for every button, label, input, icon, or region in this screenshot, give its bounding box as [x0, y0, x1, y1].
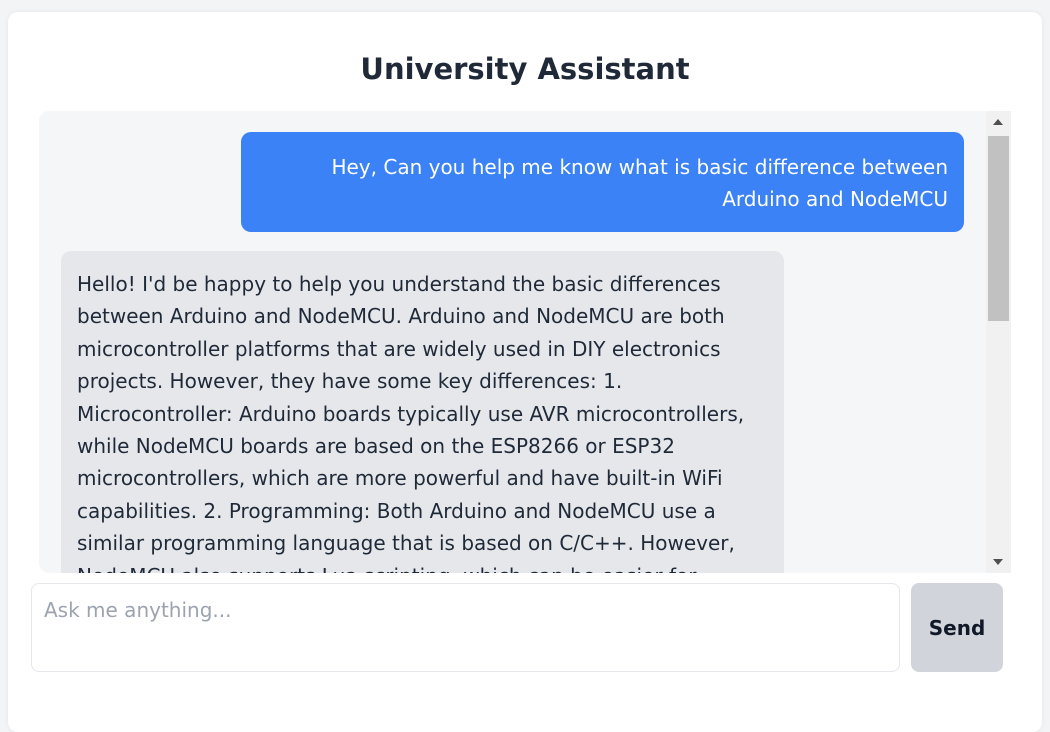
chat-messages-panel[interactable]: Hey, Can you help me know what is basic …	[39, 111, 1011, 573]
scroll-up-arrow-icon[interactable]	[993, 119, 1003, 125]
vertical-scrollbar[interactable]	[986, 111, 1011, 573]
assistant-message: Hello! I'd be happy to help you understa…	[61, 251, 784, 573]
scroll-down-arrow-icon[interactable]	[993, 559, 1003, 565]
message-list: Hey, Can you help me know what is basic …	[39, 111, 986, 573]
page-title: University Assistant	[360, 52, 690, 86]
send-button[interactable]: Send	[911, 583, 1003, 672]
user-message: Hey, Can you help me know what is basic …	[241, 132, 964, 232]
scrollbar-thumb[interactable]	[988, 136, 1009, 321]
message-input[interactable]	[31, 583, 900, 672]
